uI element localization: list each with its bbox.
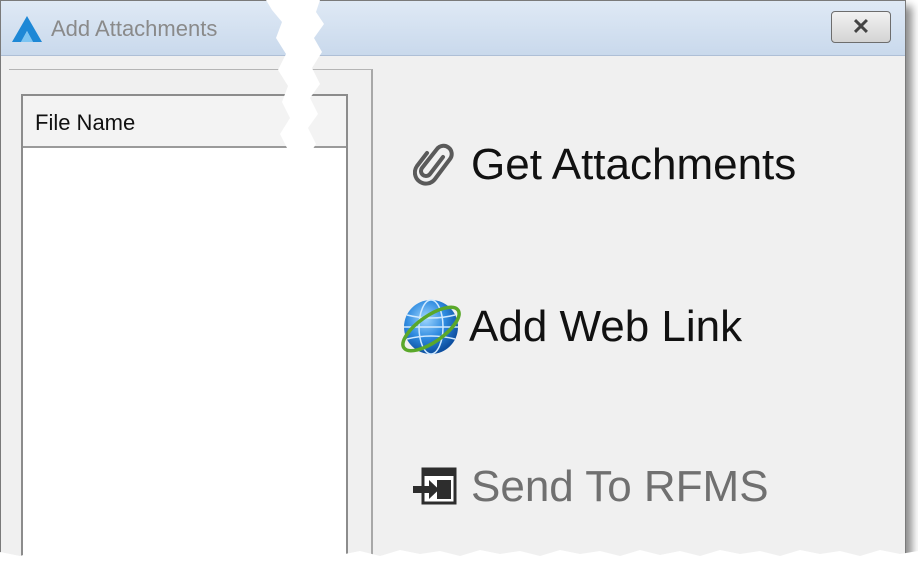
add-web-link-button[interactable]: Add Web Link [397, 297, 742, 357]
close-icon: ✕ [851, 14, 871, 39]
add-attachments-dialog: Add Attachments ✕ File Name Get Attachme… [0, 0, 906, 562]
window-title: Add Attachments [51, 16, 218, 41]
get-attachments-label: Get Attachments [471, 140, 797, 189]
torn-edge-divider [258, 0, 324, 582]
close-button[interactable]: ✕ [831, 11, 891, 43]
title-bar[interactable]: Add Attachments ✕ [1, 1, 905, 56]
send-to-rfms-button[interactable]: Send To RFMS [405, 457, 769, 517]
send-icon [413, 467, 457, 505]
torn-bottom-edge [0, 550, 918, 582]
paperclip-icon [413, 143, 454, 186]
column-header-file-name[interactable]: File Name [35, 110, 135, 136]
get-attachments-button[interactable]: Get Attachments [405, 135, 796, 195]
app-logo-icon [12, 16, 42, 42]
globe-icon [401, 299, 461, 355]
add-web-link-label: Add Web Link [469, 302, 743, 351]
send-to-rfms-label: Send To RFMS [471, 462, 769, 511]
